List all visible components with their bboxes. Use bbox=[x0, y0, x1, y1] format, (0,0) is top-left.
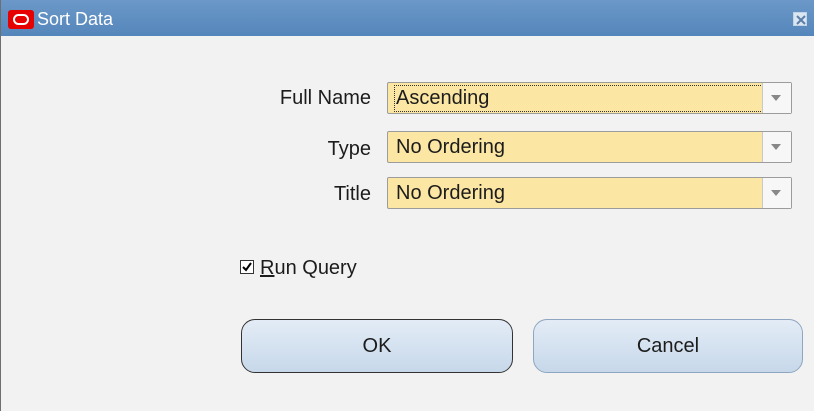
cancel-button[interactable]: Cancel bbox=[533, 319, 803, 373]
close-button[interactable] bbox=[793, 12, 807, 26]
full-name-dropdown-button[interactable] bbox=[762, 83, 791, 113]
title-dropdown-button[interactable] bbox=[762, 178, 791, 208]
full-name-label: Full Name bbox=[279, 87, 371, 109]
run-query-checkbox[interactable] bbox=[240, 260, 254, 274]
title-value: No Ordering bbox=[396, 182, 505, 204]
checkmark-icon bbox=[242, 262, 252, 272]
type-select[interactable]: No Ordering bbox=[387, 131, 792, 163]
full-name-value: Ascending bbox=[394, 85, 763, 112]
type-dropdown-button[interactable] bbox=[762, 132, 791, 162]
sort-data-dialog: Sort Data Full Name Ascending Type No Or… bbox=[0, 0, 814, 411]
run-query-label: Run Query bbox=[260, 257, 357, 279]
title-bar[interactable]: Sort Data bbox=[1, 0, 814, 36]
ok-button[interactable]: OK bbox=[241, 319, 513, 373]
full-name-select[interactable]: Ascending bbox=[387, 82, 792, 114]
type-label: Type bbox=[327, 138, 371, 160]
close-icon bbox=[796, 15, 806, 25]
title-select[interactable]: No Ordering bbox=[387, 177, 792, 209]
oracle-logo-icon bbox=[8, 10, 34, 29]
chevron-down-icon bbox=[771, 144, 781, 150]
title-field-label: Title bbox=[333, 183, 371, 205]
type-value: No Ordering bbox=[396, 136, 505, 158]
chevron-down-icon bbox=[771, 95, 781, 101]
chevron-down-icon bbox=[771, 190, 781, 196]
dialog-title: Sort Data bbox=[37, 9, 114, 29]
dialog-content: Full Name Ascending Type No Ordering Tit… bbox=[2, 36, 814, 411]
